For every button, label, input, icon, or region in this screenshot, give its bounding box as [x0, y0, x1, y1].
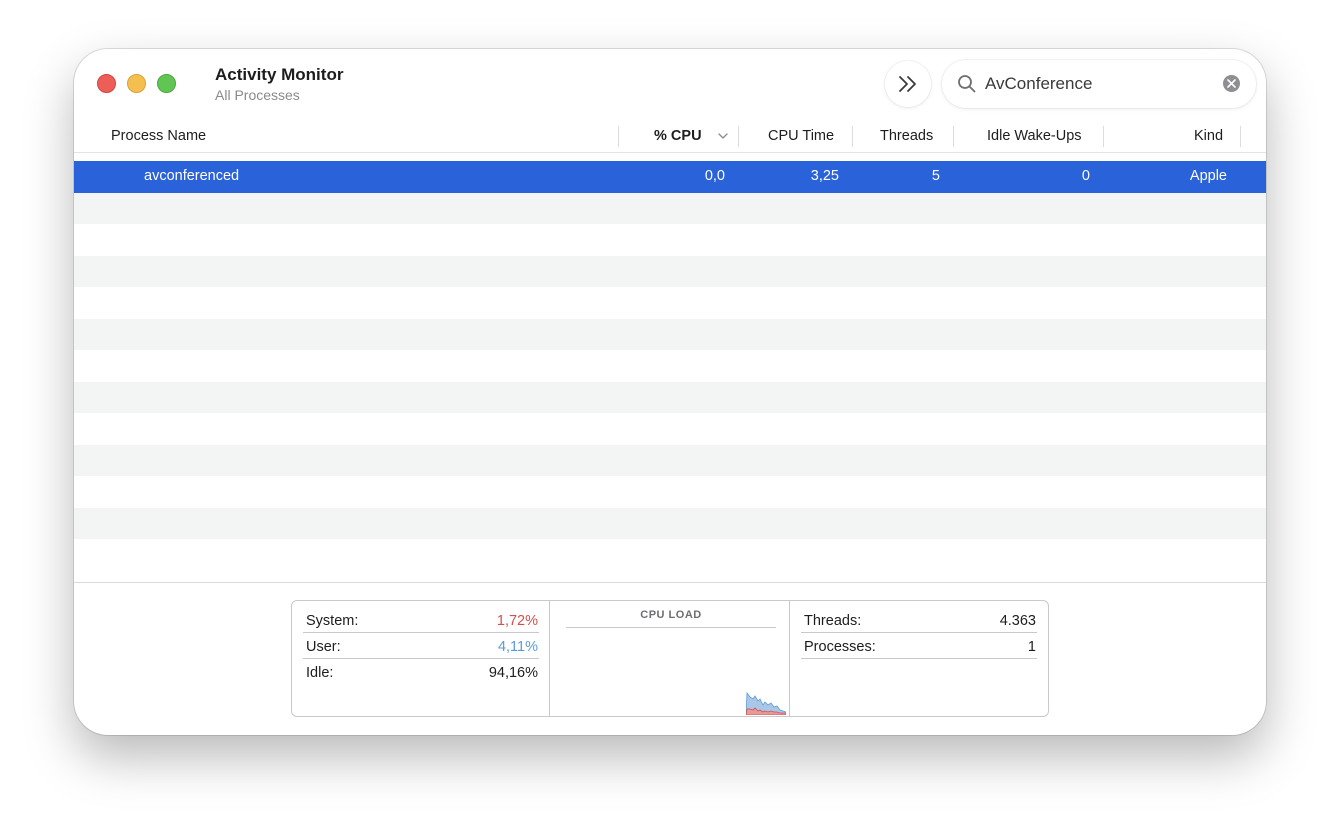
threads-stat: Threads: 4.363	[801, 607, 1037, 633]
search-field[interactable]	[942, 60, 1256, 108]
column-separator[interactable]	[1240, 126, 1241, 147]
thread-process-counts: Threads: 4.363 Processes: 1	[790, 601, 1048, 716]
activity-monitor-window: Activity Monitor All Processes Process N…	[74, 49, 1266, 735]
empty-row	[74, 318, 1266, 350]
column-separator[interactable]	[738, 126, 739, 147]
empty-row	[74, 413, 1266, 445]
cpu-load-title: CPU LOAD	[566, 609, 776, 628]
threads-label: Threads:	[804, 613, 862, 629]
threads-value: 4.363	[999, 613, 1036, 629]
table-header: Process Name % CPU CPU Time Threads Idle…	[74, 119, 1266, 153]
idle-wake-ups-cell: 0	[1081, 168, 1090, 184]
empty-row	[74, 444, 1266, 476]
minimize-button[interactable]	[127, 74, 146, 93]
empty-row	[74, 255, 1266, 287]
empty-row	[74, 350, 1266, 382]
kind-cell: Apple	[1189, 168, 1227, 184]
user-value: 4,11%	[497, 639, 538, 655]
window-title: Activity Monitor	[215, 65, 344, 84]
cpu-time-cell: 3,25	[810, 168, 839, 184]
user-stat: User: 4,11%	[303, 633, 539, 659]
column-separator[interactable]	[953, 126, 954, 147]
column-header-kind[interactable]: Kind	[1194, 119, 1223, 153]
cpu-usage-breakdown: System: 1,72% User: 4,11% Idle: 94,16%	[292, 601, 550, 716]
system-stat: System: 1,72%	[303, 607, 539, 633]
system-value: 1,72%	[496, 613, 538, 629]
threads-cell: 5	[931, 168, 940, 184]
idle-stat: Idle: 94,16%	[303, 659, 539, 685]
column-header-threads[interactable]: Threads	[880, 119, 933, 153]
empty-row	[74, 539, 1266, 571]
processes-stat: Processes: 1	[801, 633, 1037, 659]
process-table: avconferenced 0,0 3,25 5 0 Apple	[74, 161, 1266, 571]
window-subtitle: All Processes	[215, 87, 300, 103]
process-name-cell: avconferenced	[144, 168, 240, 184]
column-header-cpu-percent[interactable]: % CPU	[654, 119, 702, 153]
cpu-percent-cell: 0,0	[704, 168, 725, 184]
empty-row	[74, 476, 1266, 508]
system-label: System:	[306, 613, 359, 629]
processes-value: 1	[1027, 639, 1036, 655]
magnifying-glass-icon	[958, 75, 976, 93]
clear-search-icon[interactable]	[1223, 75, 1240, 92]
table-footer-divider	[74, 582, 1266, 583]
zoom-button[interactable]	[157, 74, 176, 93]
empty-row	[74, 192, 1266, 224]
column-header-cpu-time[interactable]: CPU Time	[768, 119, 834, 153]
processes-label: Processes:	[804, 639, 876, 655]
empty-row	[74, 287, 1266, 319]
search-input[interactable]	[985, 72, 1215, 96]
idle-value: 94,16%	[488, 665, 538, 681]
sort-descending-icon	[718, 133, 728, 139]
close-button[interactable]	[97, 74, 116, 93]
toolbar-expand-button[interactable]	[885, 61, 931, 107]
table-row[interactable]: avconferenced 0,0 3,25 5 0 Apple	[74, 161, 1266, 193]
empty-row	[74, 381, 1266, 413]
idle-label: Idle:	[306, 665, 334, 681]
empty-row	[74, 224, 1266, 256]
column-separator[interactable]	[618, 126, 619, 147]
cpu-load-graph	[746, 691, 786, 715]
cpu-stats-panel: System: 1,72% User: 4,11% Idle: 94,16% C…	[291, 600, 1049, 717]
user-label: User:	[306, 639, 341, 655]
empty-row	[74, 507, 1266, 539]
column-header-process-name[interactable]: Process Name	[111, 119, 206, 153]
cpu-load-section: CPU LOAD	[550, 601, 790, 716]
double-chevron-right-icon	[899, 76, 916, 92]
column-header-idle-wake-ups[interactable]: Idle Wake-Ups	[987, 119, 1082, 153]
column-separator[interactable]	[1103, 126, 1104, 147]
column-separator[interactable]	[852, 126, 853, 147]
